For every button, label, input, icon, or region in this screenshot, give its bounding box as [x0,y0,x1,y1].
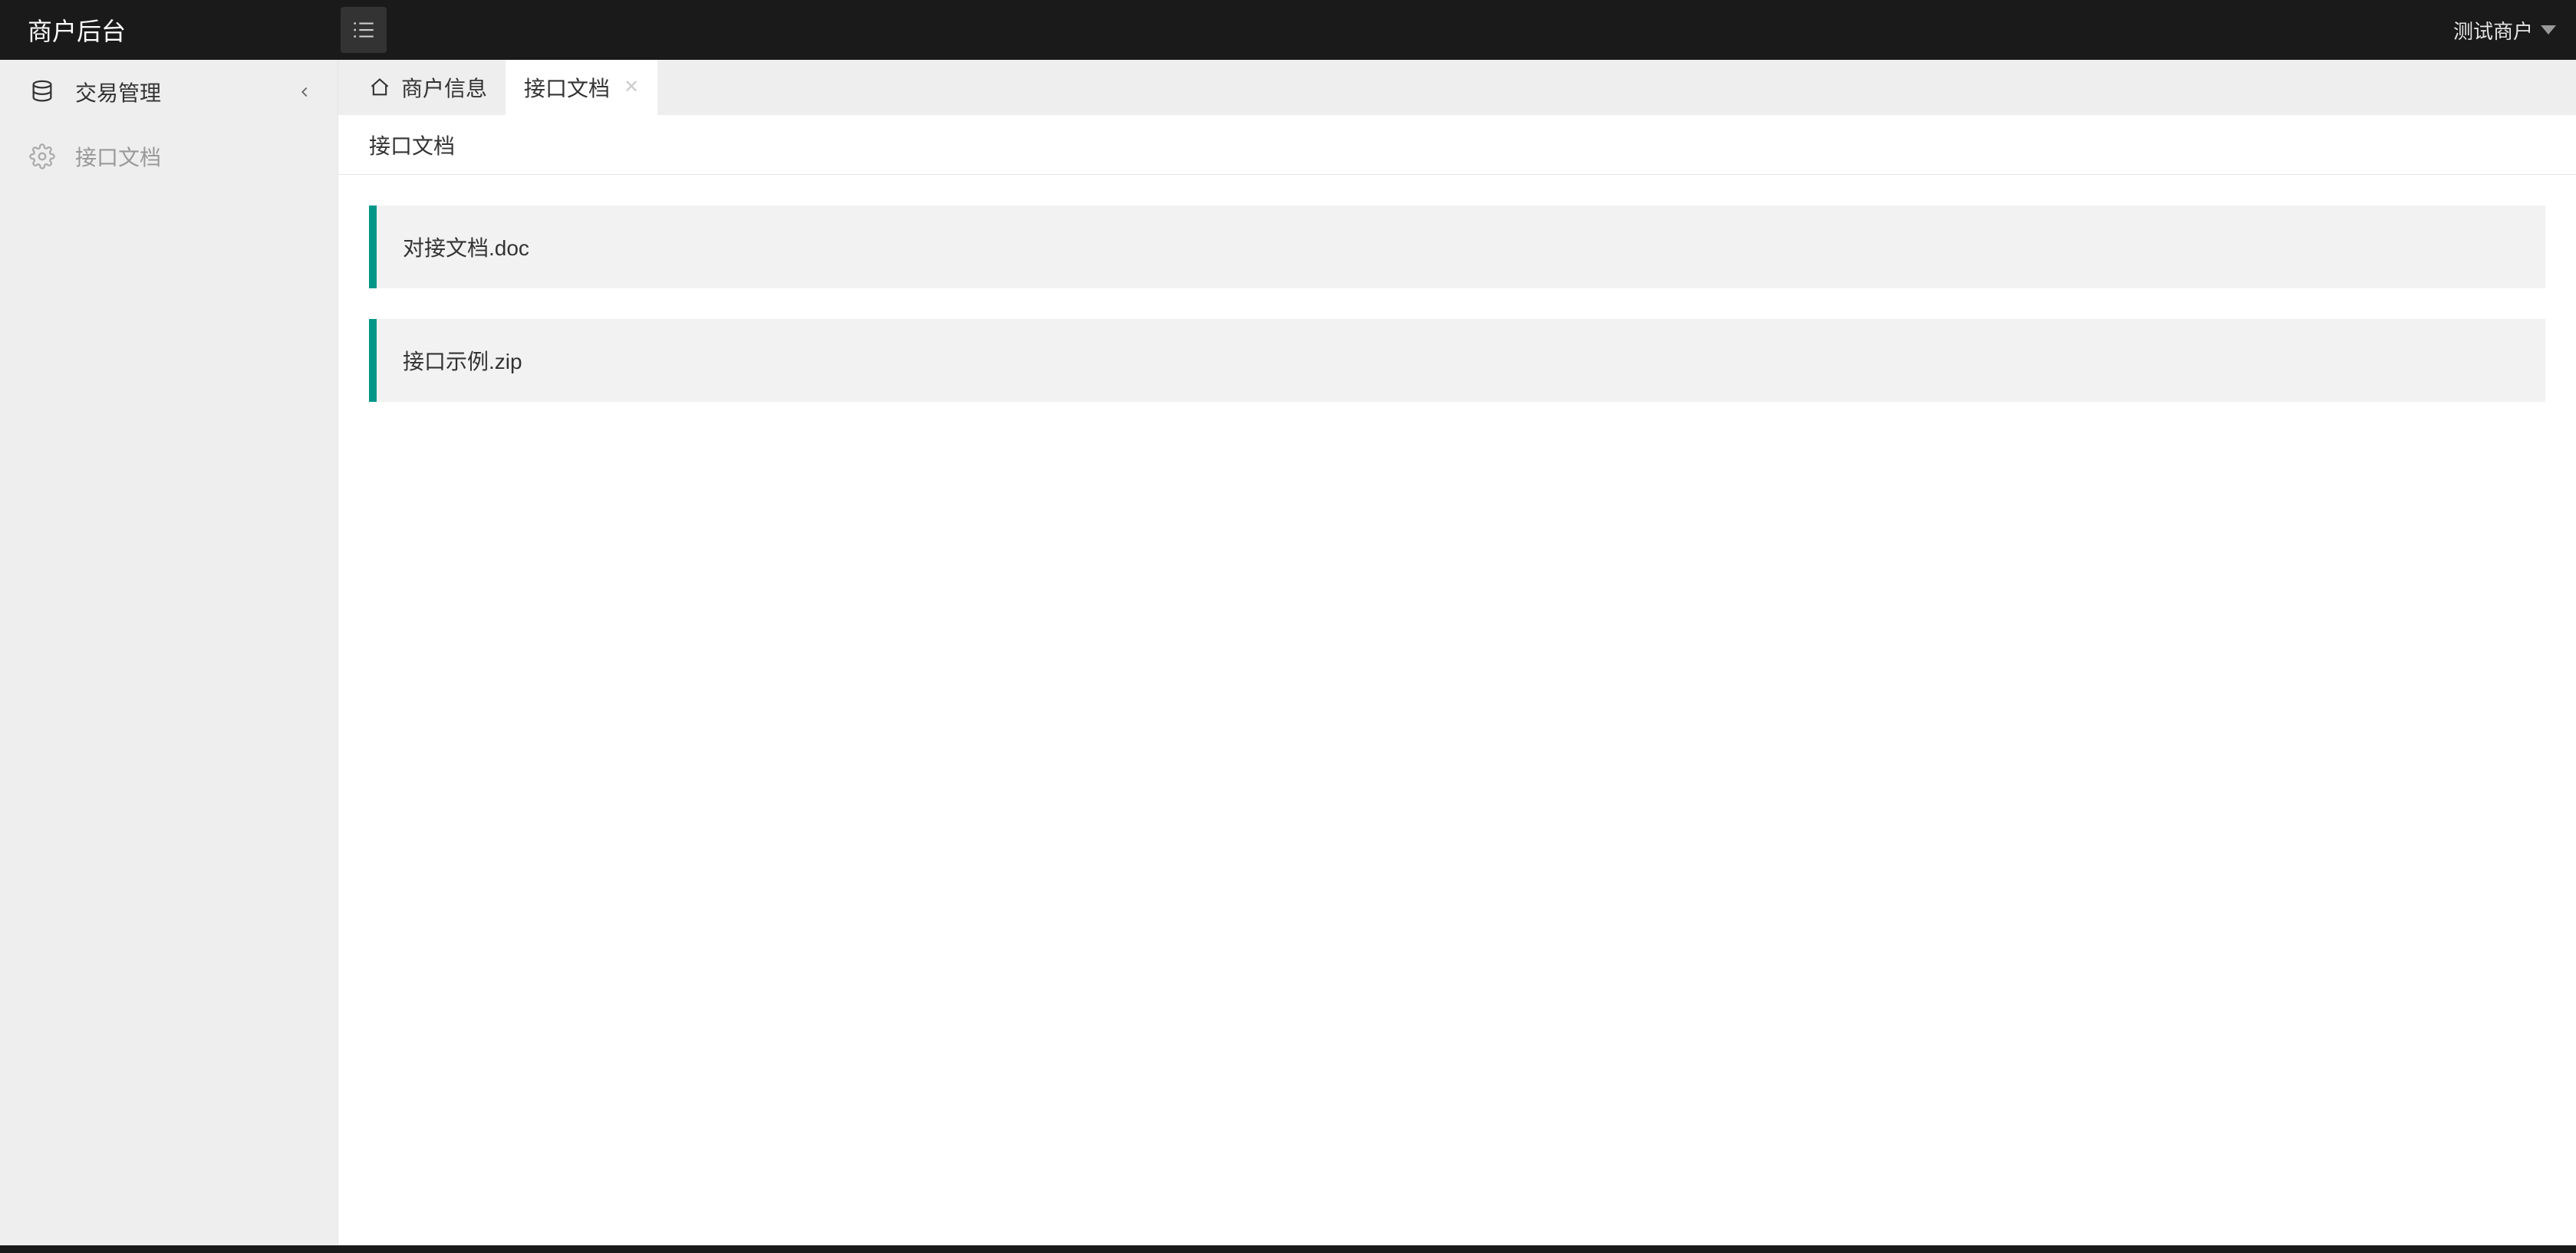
sidebar-item-transactions[interactable]: 交易管理 [0,60,338,124]
bottom-bar [0,1245,2576,1253]
caret-down-icon [2541,25,2556,35]
sidebar-item-api-docs[interactable]: 接口文档 [0,124,338,189]
chevron-left-icon [296,84,313,100]
sidebar-item-label: 接口文档 [75,141,313,172]
sidebar-item-label: 交易管理 [75,77,296,107]
file-list: 对接文档.doc 接口示例.zip [338,175,2576,463]
tab-label: 商户信息 [401,72,487,103]
tab-bar: 商户信息 接口文档 ✕ [338,60,2576,115]
file-item[interactable]: 接口示例.zip [369,319,2545,402]
user-name: 测试商户 [2453,16,2533,44]
toggle-sidebar-button[interactable] [341,7,387,53]
close-icon[interactable]: ✕ [624,78,639,97]
tab-label: 接口文档 [524,72,610,103]
database-icon [29,79,55,105]
hamburger-icon [351,17,377,43]
user-menu[interactable]: 测试商户 [2453,16,2576,44]
file-item[interactable]: 对接文档.doc [369,206,2545,288]
app-header: 商户后台 测试商户 [0,0,2576,60]
sidebar: 交易管理 接口文档 [0,60,338,1245]
file-name: 接口示例.zip [403,350,522,373]
page-title: 接口文档 [338,115,2576,175]
home-icon [369,77,390,98]
brand-title: 商户后台 [0,12,339,48]
tab-merchant-info[interactable]: 商户信息 [338,60,506,115]
tab-api-docs[interactable]: 接口文档 ✕ [506,60,657,115]
file-name: 对接文档.doc [403,236,529,260]
gear-icon [29,143,55,169]
